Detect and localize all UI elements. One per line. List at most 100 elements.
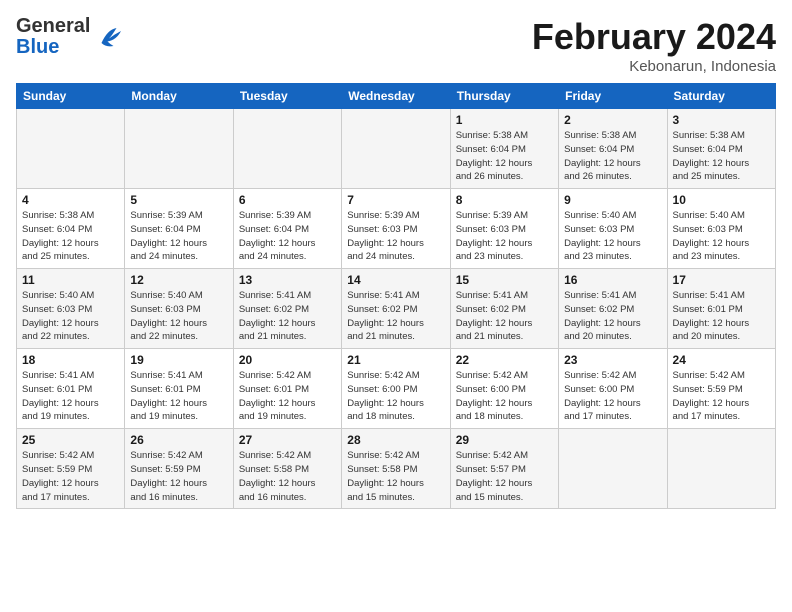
- day-info: Sunrise: 5:41 AM Sunset: 6:02 PM Dayligh…: [239, 289, 336, 344]
- calendar-cell: 9Sunrise: 5:40 AM Sunset: 6:03 PM Daylig…: [559, 189, 667, 269]
- logo: General Blue: [16, 16, 124, 58]
- calendar-cell: [233, 109, 341, 189]
- day-info: Sunrise: 5:41 AM Sunset: 6:02 PM Dayligh…: [564, 289, 661, 344]
- day-number: 13: [239, 273, 336, 287]
- day-number: 8: [456, 193, 553, 207]
- calendar-cell: 15Sunrise: 5:41 AM Sunset: 6:02 PM Dayli…: [450, 269, 558, 349]
- calendar-cell: 2 Sunrise: 5:38 AM Sunset: 6:04 PM Daylig…: [559, 109, 667, 189]
- page-header: General Blue February 2024 Kebonarun, In…: [16, 16, 776, 75]
- calendar-subtitle: Kebonarun, Indonesia: [532, 58, 776, 75]
- day-number: 16: [564, 273, 661, 287]
- day-info: Sunrise: 5:38 AM Sunset: 6:04 PM Dayligh…: [673, 129, 770, 184]
- day-number: 26: [130, 433, 227, 447]
- calendar-cell: 19Sunrise: 5:41 AM Sunset: 6:01 PM Dayli…: [125, 349, 233, 429]
- day-number: 18: [22, 353, 119, 367]
- day-info: Sunrise: 5:40 AM Sunset: 6:03 PM Dayligh…: [130, 289, 227, 344]
- day-info: Sunrise: 5:42 AM Sunset: 5:59 PM Dayligh…: [130, 449, 227, 504]
- calendar-cell: 10Sunrise: 5:40 AM Sunset: 6:03 PM Dayli…: [667, 189, 775, 269]
- weekday-header-saturday: Saturday: [667, 84, 775, 109]
- day-number: 9: [564, 193, 661, 207]
- day-info: Sunrise: 5:42 AM Sunset: 5:58 PM Dayligh…: [239, 449, 336, 504]
- day-number: 21: [347, 353, 444, 367]
- weekday-header-wednesday: Wednesday: [342, 84, 450, 109]
- day-info: Sunrise: 5:41 AM Sunset: 6:02 PM Dayligh…: [456, 289, 553, 344]
- calendar-cell: 25Sunrise: 5:42 AM Sunset: 5:59 PM Dayli…: [17, 429, 125, 509]
- day-info: Sunrise: 5:39 AM Sunset: 6:03 PM Dayligh…: [456, 209, 553, 264]
- day-info: Sunrise: 5:42 AM Sunset: 6:00 PM Dayligh…: [456, 369, 553, 424]
- day-number: 2: [564, 113, 661, 127]
- weekday-header-monday: Monday: [125, 84, 233, 109]
- day-info: Sunrise: 5:39 AM Sunset: 6:04 PM Dayligh…: [239, 209, 336, 264]
- day-info: Sunrise: 5:41 AM Sunset: 6:01 PM Dayligh…: [130, 369, 227, 424]
- calendar-week-2: 4 Sunrise: 5:38 AM Sunset: 6:04 PM Daylig…: [17, 189, 776, 269]
- day-info: Sunrise: 5:39 AM Sunset: 6:04 PM Dayligh…: [130, 209, 227, 264]
- day-info: Sunrise: 5:39 AM Sunset: 6:03 PM Dayligh…: [347, 209, 444, 264]
- weekday-header-sunday: Sunday: [17, 84, 125, 109]
- weekday-header-tuesday: Tuesday: [233, 84, 341, 109]
- calendar-cell: 24 Sunrise: 5:42 AM Sunset: 5:59 PM Dayli…: [667, 349, 775, 429]
- day-info: Sunrise: 5:42 AM Sunset: 6:01 PM Dayligh…: [239, 369, 336, 424]
- calendar-cell: 6 Sunrise: 5:39 AM Sunset: 6:04 PM Daylig…: [233, 189, 341, 269]
- calendar-cell: [667, 429, 775, 509]
- calendar-cell: 16 Sunrise: 5:41 AM Sunset: 6:02 PM Dayli…: [559, 269, 667, 349]
- calendar-title: February 2024: [532, 16, 776, 58]
- calendar-cell: 20 Sunrise: 5:42 AM Sunset: 6:01 PM Dayli…: [233, 349, 341, 429]
- day-number: 3: [673, 113, 770, 127]
- day-info: Sunrise: 5:38 AM Sunset: 6:04 PM Dayligh…: [456, 129, 553, 184]
- calendar-cell: [342, 109, 450, 189]
- day-info: Sunrise: 5:42 AM Sunset: 5:59 PM Dayligh…: [673, 369, 770, 424]
- calendar-cell: 13 Sunrise: 5:41 AM Sunset: 6:02 PM Dayli…: [233, 269, 341, 349]
- day-number: 23: [564, 353, 661, 367]
- calendar-cell: 23 Sunrise: 5:42 AM Sunset: 6:00 PM Dayli…: [559, 349, 667, 429]
- calendar-week-1: 1 Sunrise: 5:38 AM Sunset: 6:04 PM Daylig…: [17, 109, 776, 189]
- logo-blue: Blue: [16, 37, 90, 58]
- day-info: Sunrise: 5:41 AM Sunset: 6:01 PM Dayligh…: [673, 289, 770, 344]
- logo-general: General: [16, 16, 90, 37]
- calendar-cell: 1 Sunrise: 5:38 AM Sunset: 6:04 PM Daylig…: [450, 109, 558, 189]
- calendar-cell: 14Sunrise: 5:41 AM Sunset: 6:02 PM Dayli…: [342, 269, 450, 349]
- day-number: 5: [130, 193, 227, 207]
- weekday-header-row: SundayMondayTuesdayWednesdayThursdayFrid…: [17, 84, 776, 109]
- calendar-cell: 28 Sunrise: 5:42 AM Sunset: 5:58 PM Dayli…: [342, 429, 450, 509]
- calendar-cell: [125, 109, 233, 189]
- calendar-cell: 26 Sunrise: 5:42 AM Sunset: 5:59 PM Dayli…: [125, 429, 233, 509]
- day-info: Sunrise: 5:42 AM Sunset: 5:59 PM Dayligh…: [22, 449, 119, 504]
- calendar-cell: [559, 429, 667, 509]
- day-info: Sunrise: 5:42 AM Sunset: 6:00 PM Dayligh…: [347, 369, 444, 424]
- weekday-header-friday: Friday: [559, 84, 667, 109]
- calendar-cell: 18Sunrise: 5:41 AM Sunset: 6:01 PM Dayli…: [17, 349, 125, 429]
- day-info: Sunrise: 5:38 AM Sunset: 6:04 PM Dayligh…: [22, 209, 119, 264]
- calendar-cell: 11 Sunrise: 5:40 AM Sunset: 6:03 PM Dayli…: [17, 269, 125, 349]
- calendar-table: SundayMondayTuesdayWednesdayThursdayFrid…: [16, 83, 776, 509]
- day-number: 6: [239, 193, 336, 207]
- day-number: 22: [456, 353, 553, 367]
- day-number: 17: [673, 273, 770, 287]
- day-number: 1: [456, 113, 553, 127]
- day-info: Sunrise: 5:42 AM Sunset: 5:57 PM Dayligh…: [456, 449, 553, 504]
- day-info: Sunrise: 5:42 AM Sunset: 5:58 PM Dayligh…: [347, 449, 444, 504]
- calendar-cell: 12 Sunrise: 5:40 AM Sunset: 6:03 PM Dayli…: [125, 269, 233, 349]
- day-number: 24: [673, 353, 770, 367]
- day-number: 11: [22, 273, 119, 287]
- day-info: Sunrise: 5:42 AM Sunset: 6:00 PM Dayligh…: [564, 369, 661, 424]
- day-info: Sunrise: 5:40 AM Sunset: 6:03 PM Dayligh…: [22, 289, 119, 344]
- calendar-cell: 21 Sunrise: 5:42 AM Sunset: 6:00 PM Dayli…: [342, 349, 450, 429]
- calendar-cell: 29Sunrise: 5:42 AM Sunset: 5:57 PM Dayli…: [450, 429, 558, 509]
- calendar-week-3: 11 Sunrise: 5:40 AM Sunset: 6:03 PM Dayli…: [17, 269, 776, 349]
- weekday-header-thursday: Thursday: [450, 84, 558, 109]
- calendar-cell: 27Sunrise: 5:42 AM Sunset: 5:58 PM Dayli…: [233, 429, 341, 509]
- calendar-cell: 7Sunrise: 5:39 AM Sunset: 6:03 PM Daylig…: [342, 189, 450, 269]
- calendar-cell: 22 Sunrise: 5:42 AM Sunset: 6:00 PM Dayli…: [450, 349, 558, 429]
- day-number: 28: [347, 433, 444, 447]
- day-number: 10: [673, 193, 770, 207]
- calendar-cell: 8 Sunrise: 5:39 AM Sunset: 6:03 PM Daylig…: [450, 189, 558, 269]
- day-info: Sunrise: 5:38 AM Sunset: 6:04 PM Dayligh…: [564, 129, 661, 184]
- calendar-week-5: 25Sunrise: 5:42 AM Sunset: 5:59 PM Dayli…: [17, 429, 776, 509]
- day-number: 20: [239, 353, 336, 367]
- logo-text: General Blue: [16, 16, 90, 58]
- day-number: 12: [130, 273, 227, 287]
- day-number: 4: [22, 193, 119, 207]
- calendar-week-4: 18 Sunrise: 5:41 AM Sunset: 6:01 PM Dayli…: [17, 349, 776, 429]
- calendar-cell: [17, 109, 125, 189]
- calendar-cell: 4 Sunrise: 5:38 AM Sunset: 6:04 PM Daylig…: [17, 189, 125, 269]
